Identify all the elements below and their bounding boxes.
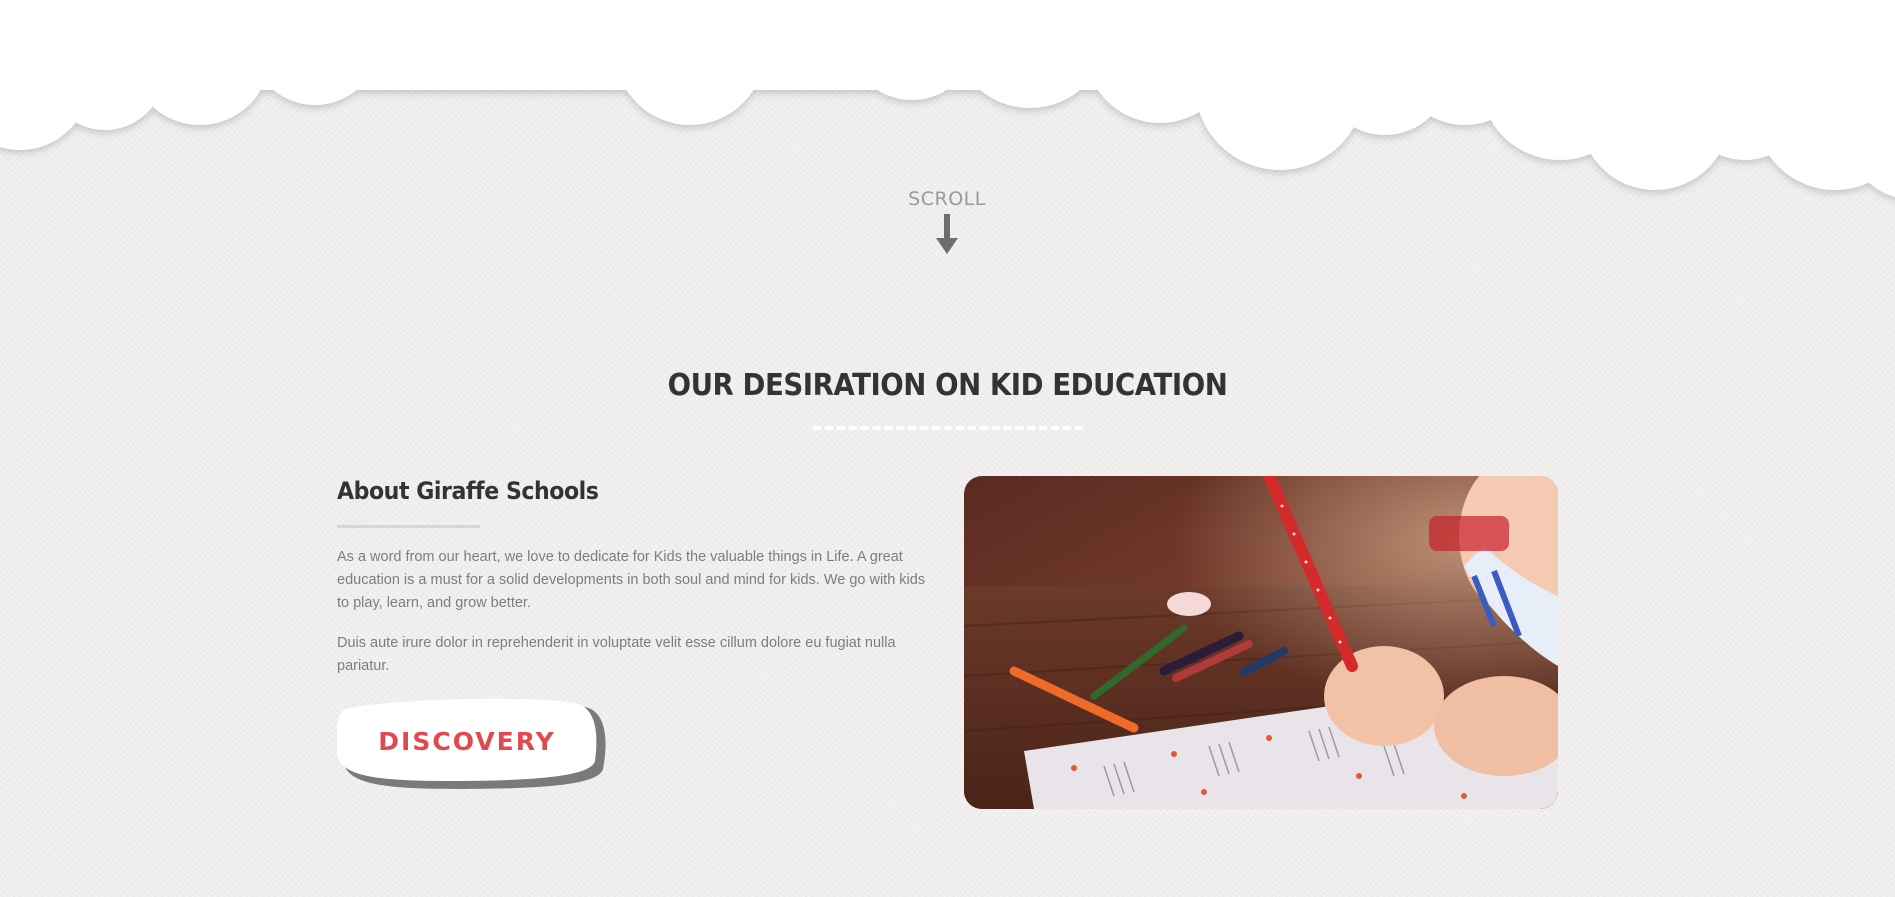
scroll-indicator[interactable]: SCROLL [897,188,997,256]
arrow-down-icon [936,214,958,254]
cloud-decoration [0,0,1895,198]
about-paragraph-2: Duis aute irure dolor in reprehenderit i… [337,635,896,674]
about-paragraph-1: As a word from our heart, we love to ded… [337,549,926,611]
heading-underline [337,525,480,528]
section-title: OUR DESIRATION ON KID EDUCATION [667,368,1228,403]
discovery-button-label: DISCOVERY [378,727,556,756]
discovery-button[interactable]: DISCOVERY [337,697,607,793]
kid-drawing-photo [964,476,1558,809]
about-heading: About Giraffe Schools [337,477,599,505]
scroll-label: SCROLL [908,188,986,210]
title-divider [813,426,1083,430]
